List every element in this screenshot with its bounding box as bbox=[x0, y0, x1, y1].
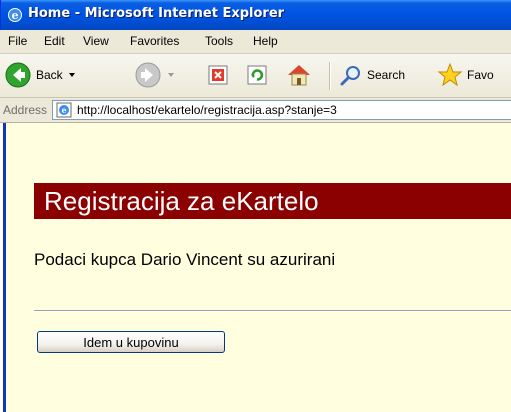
standard-toolbar: Back Search Favo bbox=[0, 54, 511, 98]
home-icon bbox=[288, 65, 310, 86]
menu-file[interactable]: File bbox=[8, 34, 27, 48]
horizontal-rule bbox=[34, 310, 511, 312]
address-label: Address bbox=[3, 103, 48, 117]
address-input[interactable]: e http://localhost/ekartelo/registracija… bbox=[52, 100, 511, 120]
stop-button[interactable] bbox=[207, 63, 231, 87]
home-button[interactable] bbox=[285, 61, 313, 89]
menu-bar: File Edit View Favorites Tools Help bbox=[0, 30, 511, 54]
menu-favorites[interactable]: Favorites bbox=[130, 34, 179, 48]
search-label: Search bbox=[367, 68, 406, 82]
status-message: Podaci kupca Dario Vincent su azurirani bbox=[34, 250, 336, 269]
svg-text:e: e bbox=[12, 9, 19, 22]
search-button[interactable]: Search bbox=[339, 63, 405, 87]
page-content: Registracija za eKartelo Podaci kupca Da… bbox=[3, 123, 511, 412]
menu-tools[interactable]: Tools bbox=[205, 34, 233, 48]
back-arrow-icon bbox=[5, 62, 31, 88]
favorites-label: Favo bbox=[467, 68, 494, 82]
back-label: Back bbox=[36, 68, 63, 82]
forward-button[interactable] bbox=[134, 61, 174, 89]
chevron-down-icon[interactable] bbox=[168, 73, 174, 77]
go-shopping-button[interactable]: Idem u kupovinu bbox=[37, 331, 225, 353]
forward-arrow-icon bbox=[135, 62, 161, 88]
window-title: Home - Microsoft Internet Explorer bbox=[28, 6, 285, 21]
menu-edit[interactable]: Edit bbox=[44, 34, 65, 48]
browser-window: e Home - Microsoft Internet Explorer Fil… bbox=[0, 0, 511, 412]
favorites-button[interactable]: Favo bbox=[437, 62, 494, 88]
page-heading-bar: Registracija za eKartelo bbox=[34, 183, 511, 219]
ie-logo-icon: e bbox=[8, 8, 22, 22]
address-url: http://localhost/ekartelo/registracija.a… bbox=[77, 103, 337, 117]
refresh-button[interactable] bbox=[246, 63, 270, 87]
chevron-down-icon[interactable] bbox=[68, 73, 75, 77]
address-bar: Address e http://localhost/ekartelo/regi… bbox=[0, 98, 511, 123]
menu-help[interactable]: Help bbox=[253, 34, 278, 48]
toolbar-separator bbox=[329, 62, 331, 90]
page-icon: e bbox=[56, 102, 72, 118]
favorites-star-icon bbox=[437, 62, 463, 87]
page-title: Registracija za eKartelo bbox=[44, 186, 319, 216]
menu-view[interactable]: View bbox=[83, 34, 109, 48]
search-icon bbox=[340, 66, 360, 86]
title-bar: e Home - Microsoft Internet Explorer bbox=[0, 0, 511, 30]
svg-text:e: e bbox=[61, 105, 66, 115]
refresh-icon bbox=[247, 65, 267, 85]
back-button[interactable]: Back bbox=[4, 61, 75, 89]
stop-icon bbox=[208, 65, 228, 85]
